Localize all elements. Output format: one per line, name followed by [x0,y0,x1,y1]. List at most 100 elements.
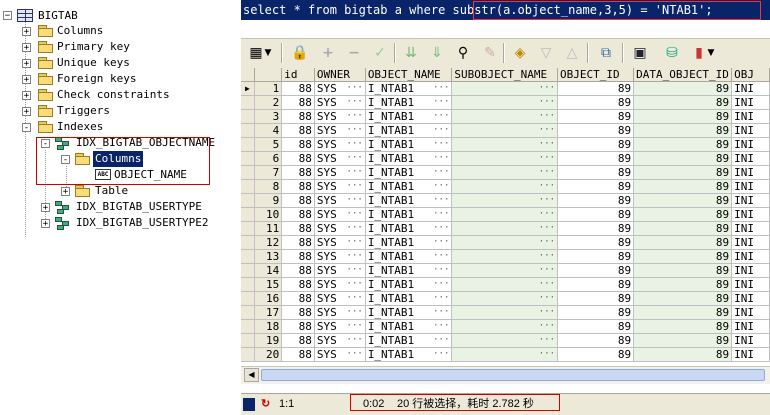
cell-data-object-id[interactable]: 89 [633,179,733,194]
expand-toggle[interactable]: + [22,27,31,37]
cell-object-id[interactable]: 89 [557,305,635,320]
ellipsis-icon[interactable]: ··· [433,222,449,235]
expand-toggle[interactable]: + [22,59,31,69]
ellipsis-icon[interactable]: ··· [539,110,555,123]
fetch-next-icon[interactable]: ⇊ [402,44,420,62]
cell-subobject-name[interactable]: ··· [451,207,559,222]
cell-data-object-id[interactable]: 89 [633,305,733,320]
cell-obj[interactable]: INI [731,207,770,222]
cell-object-name[interactable]: ··· I_NTAB1 [365,81,453,96]
ellipsis-icon[interactable]: ··· [433,194,449,207]
expand-toggle[interactable]: - [22,123,31,133]
cell-owner[interactable]: ··· SYS [314,207,366,222]
query-icon[interactable]: ◈ [511,44,529,62]
cell-owner[interactable]: ··· SYS [314,165,366,180]
cell-owner[interactable]: ··· SYS [314,277,366,292]
cell-object-name[interactable]: ··· I_NTAB1 [365,151,453,166]
cell-object-name[interactable]: ··· I_NTAB1 [365,263,453,278]
cell-subobject-name[interactable]: ··· [451,333,559,348]
cell-id[interactable]: 88 [281,123,315,138]
cell-id[interactable]: 88 [281,95,315,110]
cell-id[interactable]: 88 [281,249,315,264]
ellipsis-icon[interactable]: ··· [433,180,449,193]
ellipsis-icon[interactable]: ··· [347,194,363,207]
expand-toggle[interactable]: + [22,43,31,53]
ellipsis-icon[interactable]: ··· [347,250,363,263]
cell-obj[interactable]: INI [731,165,770,180]
cell-id[interactable]: 88 [281,235,315,250]
expand-toggle[interactable]: + [22,75,31,85]
cell-object-id[interactable]: 89 [557,263,635,278]
cell-obj[interactable]: INI [731,305,770,320]
table-row[interactable]: 5 88 ··· SYS ··· I_NTAB1 ··· 89 89 INI [241,137,770,152]
table-row[interactable]: ▶ 1 88 ··· SYS ··· I_NTAB1 ··· 89 89 INI [241,81,770,96]
cell-object-id[interactable]: 89 [557,193,635,208]
table-row[interactable]: 14 88 ··· SYS ··· I_NTAB1 ··· 89 89 INI [241,263,770,278]
cell-id[interactable]: 88 [281,347,315,362]
cell-id[interactable]: 88 [281,319,315,334]
cell-obj[interactable]: INI [731,137,770,152]
cell-obj[interactable]: INI [731,81,770,96]
table-row[interactable]: 19 88 ··· SYS ··· I_NTAB1 ··· 89 89 INI [241,333,770,348]
ellipsis-icon[interactable]: ··· [539,82,555,95]
cell-owner[interactable]: ··· SYS [314,319,366,334]
ellipsis-icon[interactable]: ··· [539,278,555,291]
cell-object-name[interactable]: ··· I_NTAB1 [365,179,453,194]
cell-data-object-id[interactable]: 89 [633,277,733,292]
cell-subobject-name[interactable]: ··· [451,193,559,208]
ellipsis-icon[interactable]: ··· [347,320,363,333]
column-header[interactable]: OWNER [314,68,366,82]
ellipsis-icon[interactable]: ··· [433,138,449,151]
ellipsis-icon[interactable]: ··· [539,222,555,235]
cell-data-object-id[interactable]: 89 [633,165,733,180]
cell-subobject-name[interactable]: ··· [451,123,559,138]
chart-icon[interactable]: ⧉ [597,44,615,62]
table-row[interactable]: 6 88 ··· SYS ··· I_NTAB1 ··· 89 89 INI [241,151,770,166]
expand-toggle[interactable]: + [22,91,31,101]
cell-obj[interactable]: INI [731,291,770,306]
post-icon[interactable]: ✓ [371,44,389,62]
ellipsis-icon[interactable]: ··· [433,334,449,347]
cell-id[interactable]: 88 [281,81,315,96]
ellipsis-icon[interactable]: ··· [539,124,555,137]
cell-subobject-name[interactable]: ··· [451,305,559,320]
ellipsis-icon[interactable]: ··· [539,138,555,151]
cell-subobject-name[interactable]: ··· [451,277,559,292]
table-row[interactable]: 12 88 ··· SYS ··· I_NTAB1 ··· 89 89 INI [241,235,770,250]
find-icon[interactable]: ⚲ [454,44,472,62]
cell-data-object-id[interactable]: 89 [633,95,733,110]
cell-obj[interactable]: INI [731,123,770,138]
cell-owner[interactable]: ··· SYS [314,109,366,124]
cell-id[interactable]: 88 [281,179,315,194]
cell-data-object-id[interactable]: 89 [633,263,733,278]
column-header[interactable]: DATA_OBJECT_ID [633,68,733,82]
cell-id[interactable]: 88 [281,263,315,278]
refresh-icon[interactable]: ↻ [261,397,270,412]
cell-obj[interactable]: INI [731,151,770,166]
cell-data-object-id[interactable]: 89 [633,333,733,348]
ellipsis-icon[interactable]: ··· [433,278,449,291]
ellipsis-icon[interactable]: ··· [433,306,449,319]
cell-owner[interactable]: ··· SYS [314,81,366,96]
root-collapse-toggle[interactable]: − [3,11,12,21]
cell-owner[interactable]: ··· SYS [314,249,366,264]
cell-object-id[interactable]: 89 [557,151,635,166]
cell-object-name[interactable]: ··· I_NTAB1 [365,333,453,348]
table-row[interactable]: 20 88 ··· SYS ··· I_NTAB1 ··· 89 89 INI [241,347,770,362]
table-row[interactable]: 17 88 ··· SYS ··· I_NTAB1 ··· 89 89 INI [241,305,770,320]
table-row[interactable]: 9 88 ··· SYS ··· I_NTAB1 ··· 89 89 INI [241,193,770,208]
cell-subobject-name[interactable]: ··· [451,95,559,110]
cell-subobject-name[interactable]: ··· [451,291,559,306]
cell-owner[interactable]: ··· SYS [314,291,366,306]
table-row[interactable]: 18 88 ··· SYS ··· I_NTAB1 ··· 89 89 INI [241,319,770,334]
cell-owner[interactable]: ··· SYS [314,263,366,278]
table-row[interactable]: 16 88 ··· SYS ··· I_NTAB1 ··· 89 89 INI [241,291,770,306]
cell-id[interactable]: 88 [281,221,315,236]
ellipsis-icon[interactable]: ··· [539,96,555,109]
cell-object-name[interactable]: ··· I_NTAB1 [365,95,453,110]
ellipsis-icon[interactable]: ··· [347,82,363,95]
ellipsis-icon[interactable]: ··· [433,320,449,333]
fetch-last-icon[interactable]: ⇓ [428,44,446,62]
cell-object-name[interactable]: ··· I_NTAB1 [365,123,453,138]
cell-obj[interactable]: INI [731,347,770,362]
